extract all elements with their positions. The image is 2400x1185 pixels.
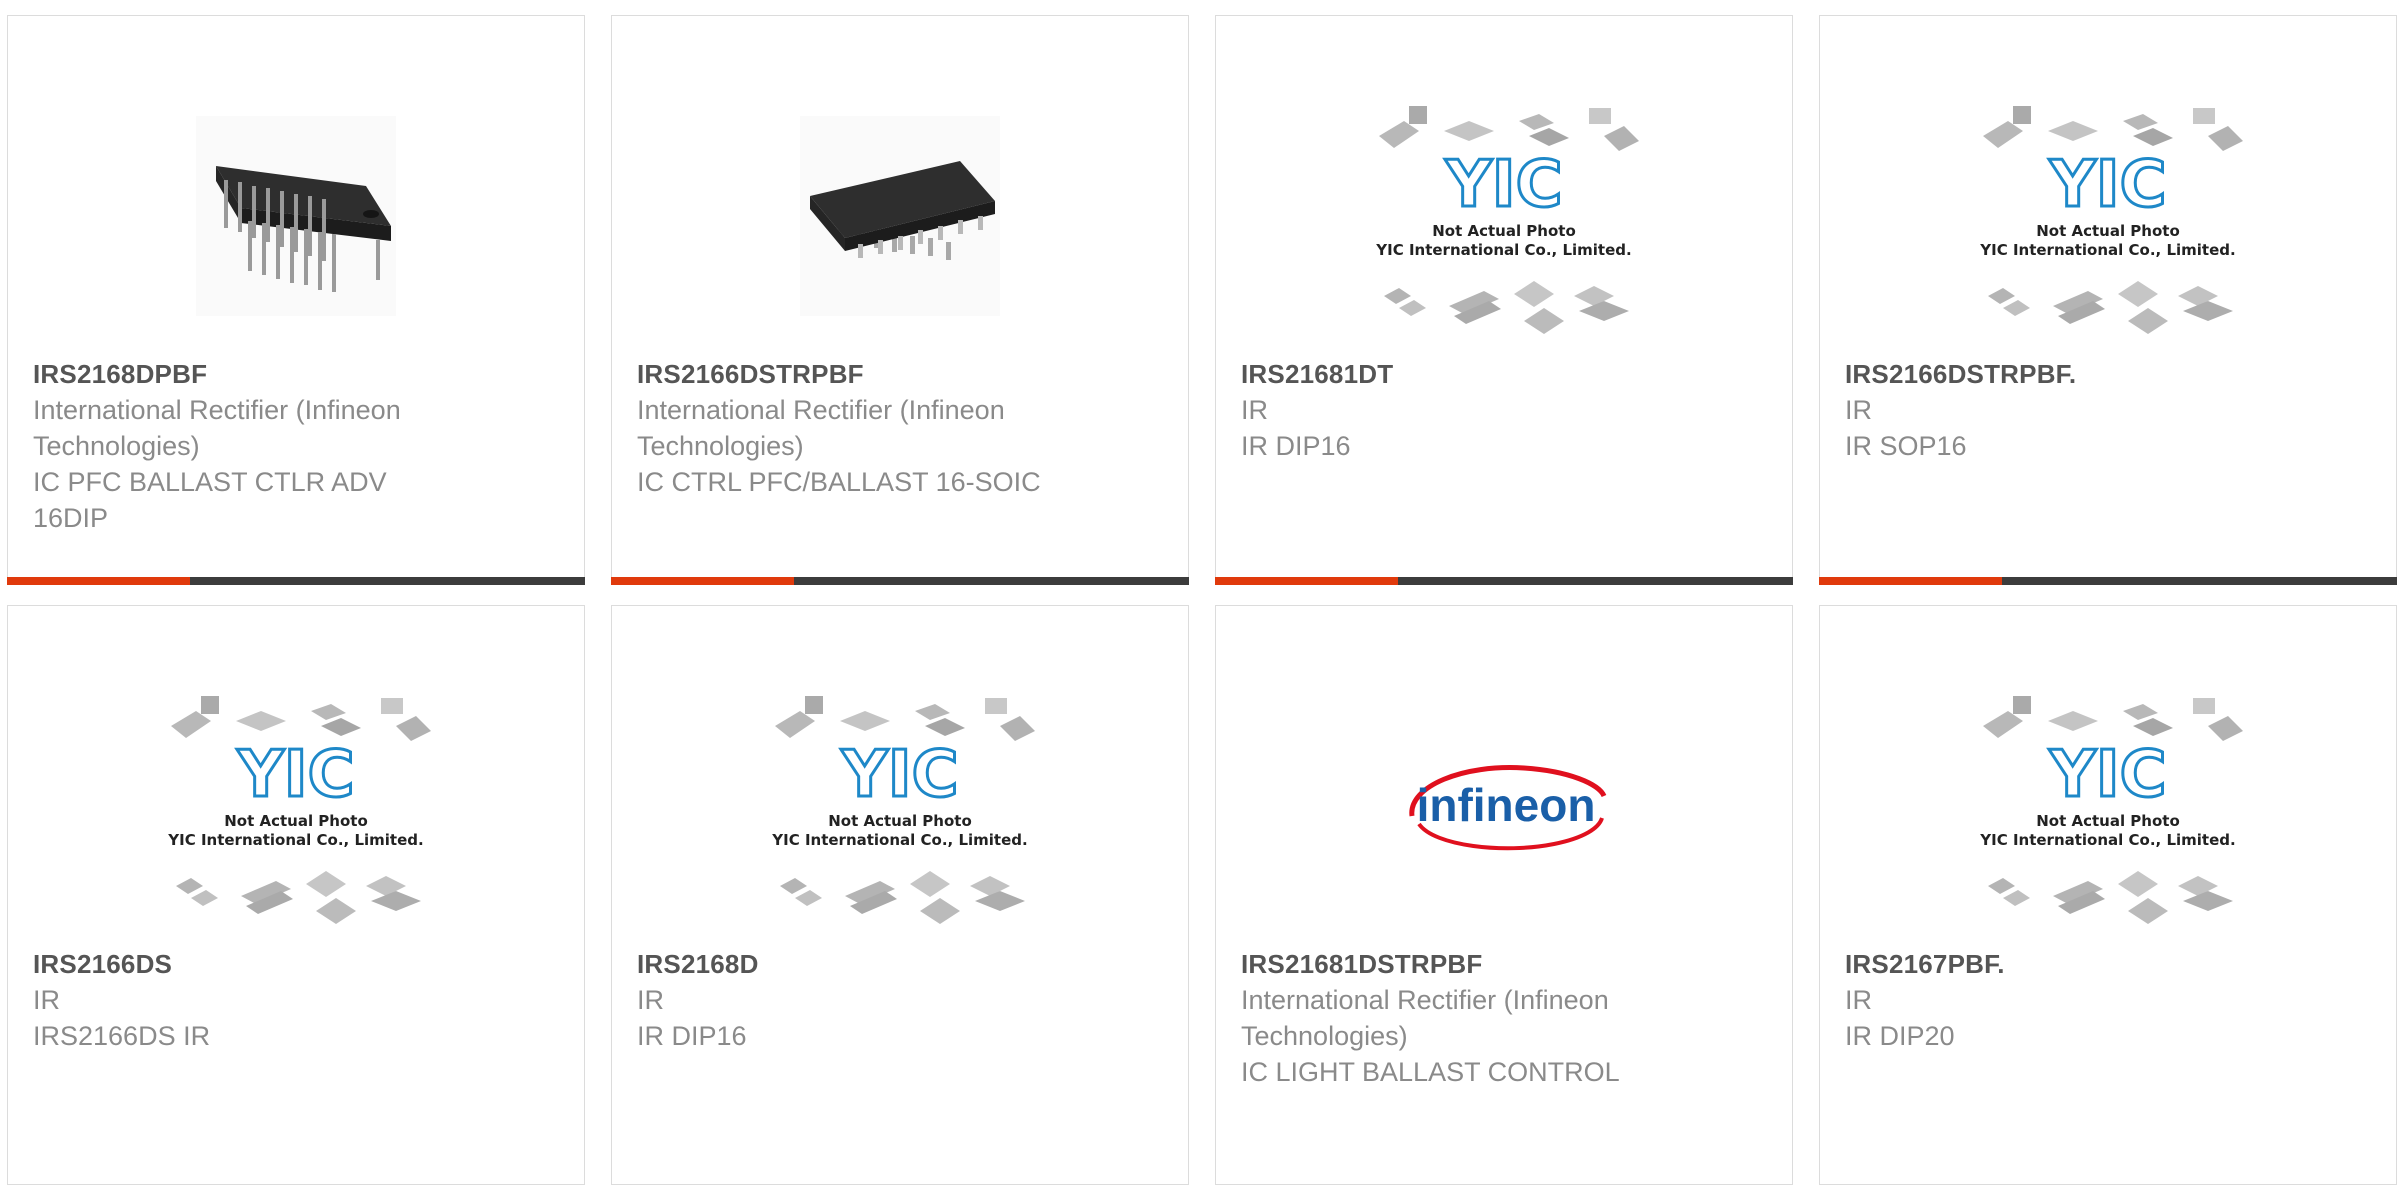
description: IR DIP16: [1241, 431, 1351, 461]
product-card[interactable]: YIC Not Actual Photo YIC International C…: [7, 605, 585, 1185]
product-card[interactable]: YIC Not Actual Photo YIC International C…: [1215, 15, 1793, 585]
manufacturer: IR: [637, 985, 664, 1015]
product-image[interactable]: YIC Not Actual Photo YIC International C…: [1216, 76, 1792, 356]
product-card[interactable]: IRS2166DSTRPBF International Rectifier (…: [611, 15, 1189, 585]
svg-text:YIC International Co., Limited: YIC International Co., Limited.: [771, 831, 1027, 849]
yic-placeholder-icon: YIC Not Actual Photo YIC International C…: [771, 696, 1035, 924]
svg-text:YIC: YIC: [2048, 738, 2166, 812]
description: IR DIP20: [1845, 1021, 1955, 1051]
svg-text:infineon: infineon: [1417, 779, 1596, 831]
product-image[interactable]: infineon: [1216, 666, 1792, 946]
svg-text:Not Actual Photo: Not Actual Photo: [1432, 222, 1576, 240]
manufacturer: International Rectifier (Infineon Techno…: [1241, 985, 1609, 1051]
product-card[interactable]: YIC Not Actual Photo YIC International C…: [1819, 605, 2397, 1185]
product-image[interactable]: YIC Not Actual Photo YIC International C…: [1820, 666, 2396, 946]
card-bottom-bar: [1215, 577, 1793, 585]
part-number[interactable]: IRS2166DSTRPBF.: [1845, 356, 2376, 392]
product-image[interactable]: YIC Not Actual Photo YIC International C…: [1820, 76, 2396, 356]
description: IRS2166DS IR: [33, 1021, 211, 1051]
part-number[interactable]: IRS2168DPBF: [33, 356, 564, 392]
part-number[interactable]: IRS2167PBF.: [1845, 946, 2376, 982]
dip16-chip-icon: [196, 116, 396, 316]
manufacturer: IR: [1845, 395, 1872, 425]
part-number[interactable]: IRS21681DSTRPBF: [1241, 946, 1772, 982]
part-number[interactable]: IRS2168D: [637, 946, 1168, 982]
manufacturer: IR: [1241, 395, 1268, 425]
svg-text:YIC International Co., Limited: YIC International Co., Limited.: [167, 831, 423, 849]
description: IR SOP16: [1845, 431, 1967, 461]
product-card[interactable]: YIC Not Actual Photo YIC International C…: [1819, 15, 2397, 585]
svg-text:Not Actual Photo: Not Actual Photo: [2036, 222, 2180, 240]
product-grid: IRS2168DPBF International Rectifier (Inf…: [0, 0, 2400, 1185]
product-card[interactable]: infineon IRS21681DSTRPBF International R…: [1215, 605, 1793, 1185]
product-card[interactable]: YIC Not Actual Photo YIC International C…: [611, 605, 1189, 1185]
description: IR DIP16: [637, 1021, 747, 1051]
yic-placeholder-icon: YIC Not Actual Photo YIC International C…: [1979, 696, 2243, 924]
product-image[interactable]: YIC Not Actual Photo YIC International C…: [8, 666, 584, 946]
part-number[interactable]: IRS2166DSTRPBF: [637, 356, 1168, 392]
yic-placeholder-icon: YIC Not Actual Photo YIC International C…: [1979, 106, 2243, 334]
infineon-logo-icon: infineon: [1409, 765, 1607, 851]
svg-text:Not Actual Photo: Not Actual Photo: [2036, 812, 2180, 830]
svg-text:YIC: YIC: [840, 738, 958, 812]
description: IC PFC BALLAST CTLR ADV 16DIP: [33, 467, 387, 533]
product-card[interactable]: IRS2168DPBF International Rectifier (Inf…: [7, 15, 585, 585]
soic16-chip-icon: [800, 116, 1000, 316]
manufacturer: IR: [33, 985, 60, 1015]
svg-text:Not Actual Photo: Not Actual Photo: [224, 812, 368, 830]
card-bottom-bar: [611, 577, 1189, 585]
svg-text:YIC: YIC: [2048, 148, 2166, 222]
part-number[interactable]: IRS21681DT: [1241, 356, 1772, 392]
manufacturer: International Rectifier (Infineon Techno…: [637, 395, 1005, 461]
product-image[interactable]: YIC Not Actual Photo YIC International C…: [612, 666, 1188, 946]
svg-text:Not Actual Photo: Not Actual Photo: [828, 812, 972, 830]
svg-text:YIC International Co., Limited: YIC International Co., Limited.: [1979, 831, 2235, 849]
svg-text:YIC: YIC: [236, 738, 354, 812]
svg-text:YIC International Co., Limited: YIC International Co., Limited.: [1375, 241, 1631, 259]
card-bottom-bar: [7, 577, 585, 585]
card-bottom-bar: [1819, 577, 2397, 585]
yic-placeholder-icon: YIC Not Actual Photo YIC International C…: [1375, 106, 1639, 334]
svg-text:YIC International Co., Limited: YIC International Co., Limited.: [1979, 241, 2235, 259]
manufacturer: IR: [1845, 985, 1872, 1015]
product-image[interactable]: [8, 76, 584, 356]
yic-placeholder-icon: YIC Not Actual Photo YIC International C…: [167, 696, 431, 924]
svg-text:YIC: YIC: [1444, 148, 1562, 222]
manufacturer: International Rectifier (Infineon Techno…: [33, 395, 401, 461]
part-number[interactable]: IRS2166DS: [33, 946, 564, 982]
description: IC LIGHT BALLAST CONTROL: [1241, 1057, 1620, 1087]
product-image[interactable]: [612, 76, 1188, 356]
description: IC CTRL PFC/BALLAST 16-SOIC: [637, 467, 1041, 497]
